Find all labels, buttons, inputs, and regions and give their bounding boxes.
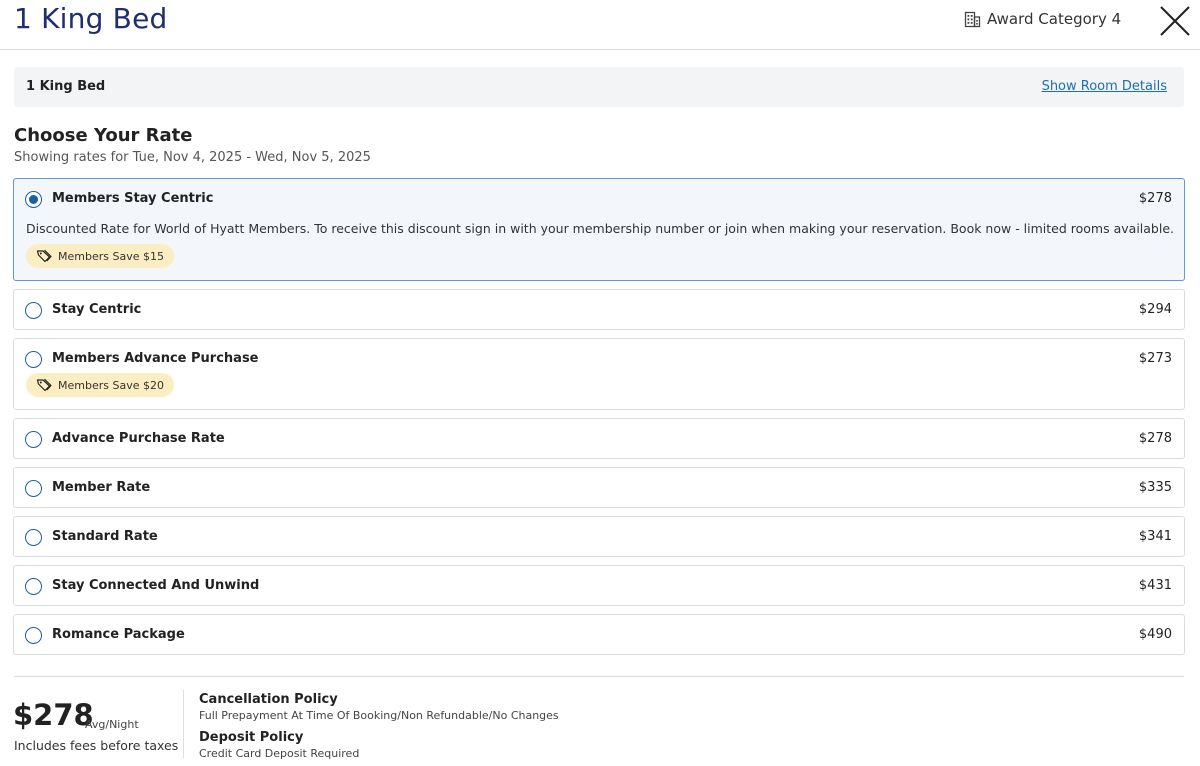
total-price: $278 xyxy=(13,698,94,732)
per-night-label: Avg/Night xyxy=(85,718,139,731)
rate-price: $294 xyxy=(1138,302,1172,317)
award-category: Award Category 4 xyxy=(964,10,1121,28)
badge-label: Members Save $15 xyxy=(58,249,164,263)
rate-name: Standard Rate xyxy=(52,529,158,544)
cancellation-policy-text: Full Prepayment At Time Of Booking/Non R… xyxy=(199,709,559,722)
deposit-policy-title: Deposit Policy xyxy=(199,730,304,745)
badge-label: Members Save $20 xyxy=(58,378,164,392)
rate-option-romance-package[interactable]: Romance Package $490 xyxy=(13,614,1185,655)
building-icon xyxy=(964,11,981,27)
rate-radio[interactable] xyxy=(25,578,42,595)
room-summary-bar: 1 King Bed Show Room Details xyxy=(14,67,1184,107)
rate-name: Stay Centric xyxy=(52,302,142,317)
rate-option-advance-purchase-rate[interactable]: Advance Purchase Rate $278 xyxy=(13,418,1185,459)
rate-radio[interactable] xyxy=(25,529,42,546)
summary-divider xyxy=(183,690,184,758)
rate-price: $278 xyxy=(1138,191,1172,206)
rate-radio[interactable] xyxy=(25,302,42,319)
choose-rate-heading: Choose Your Rate xyxy=(14,125,193,146)
footer-divider xyxy=(14,676,1184,677)
member-savings-badge: Members Save $20 xyxy=(26,373,174,397)
member-savings-badge: Members Save $15 xyxy=(26,244,174,268)
room-name: 1 King Bed xyxy=(26,79,106,94)
rate-radio[interactable] xyxy=(25,431,42,448)
modal-title: 1 King Bed xyxy=(14,2,168,35)
cancellation-policy-title: Cancellation Policy xyxy=(199,692,338,707)
rate-description: Discounted Rate for World of Hyatt Membe… xyxy=(26,221,1174,236)
rate-name: Member Rate xyxy=(52,480,151,495)
rate-option-stay-centric[interactable]: Stay Centric $294 xyxy=(13,289,1185,330)
price-tag-icon xyxy=(36,249,52,263)
rate-radio[interactable] xyxy=(25,627,42,644)
rate-price: $341 xyxy=(1138,529,1172,544)
fees-note: Includes fees before taxes xyxy=(14,738,179,753)
modal-header: 1 King Bed Award Category 4 xyxy=(0,0,1200,50)
rate-price: $278 xyxy=(1138,431,1172,446)
award-category-label: Award Category 4 xyxy=(987,10,1122,28)
close-icon[interactable] xyxy=(1158,4,1192,38)
date-range-text: Showing rates for Tue, Nov 4, 2025 - Wed… xyxy=(14,150,371,165)
rate-option-member-rate[interactable]: Member Rate $335 xyxy=(13,467,1185,508)
rate-price: $335 xyxy=(1138,480,1172,495)
rate-option-members-stay-centric[interactable]: Members Stay Centric $278 Discounted Rat… xyxy=(13,178,1185,281)
close-button[interactable] xyxy=(1158,4,1192,38)
rate-name: Members Advance Purchase xyxy=(52,351,259,366)
rate-price: $431 xyxy=(1138,578,1172,593)
rate-name: Members Stay Centric xyxy=(52,191,214,206)
rate-option-stay-connected-and-unwind[interactable]: Stay Connected And Unwind $431 xyxy=(13,565,1185,606)
rate-name: Stay Connected And Unwind xyxy=(52,578,260,593)
price-tag-icon xyxy=(36,378,52,392)
rate-option-members-advance-purchase[interactable]: Members Advance Purchase $273 Members Sa… xyxy=(13,338,1185,410)
rate-name: Advance Purchase Rate xyxy=(52,431,225,446)
rate-price: $273 xyxy=(1138,351,1172,366)
show-room-details-link[interactable]: Show Room Details xyxy=(1042,79,1167,94)
rate-name: Romance Package xyxy=(52,627,185,642)
rate-price: $490 xyxy=(1138,627,1172,642)
rate-radio[interactable] xyxy=(25,191,42,208)
rate-radio[interactable] xyxy=(25,480,42,497)
deposit-policy-text: Credit Card Deposit Required xyxy=(199,747,360,760)
rate-radio[interactable] xyxy=(25,351,42,368)
rate-option-standard-rate[interactable]: Standard Rate $341 xyxy=(13,516,1185,557)
rate-options-list: Members Stay Centric $278 Discounted Rat… xyxy=(13,178,1185,663)
